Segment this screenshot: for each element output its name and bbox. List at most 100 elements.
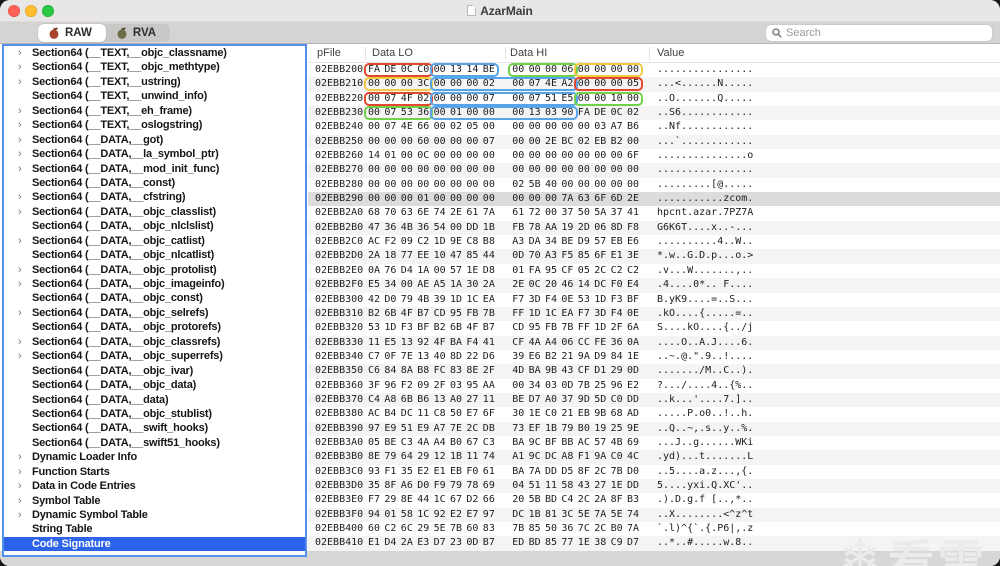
sidebar-item[interactable]: › Section64 (__DATA,__mod_init_func) xyxy=(4,162,305,176)
sidebar-item[interactable]: › Section64 (__TEXT,__ustring) xyxy=(4,75,305,89)
chevron-right-icon[interactable]: › xyxy=(18,508,22,522)
sidebar-item[interactable]: Section64 (__DATA,__const) xyxy=(4,176,305,190)
column-header-pfile[interactable]: pFile xyxy=(317,47,341,59)
hex-row[interactable]: 02EBB310 B2 6B 4F B7 CD 95 FB 7B FF 1D 1C EA F7 3D F4 0E… xyxy=(308,306,1000,322)
chevron-right-icon[interactable]: › xyxy=(18,60,22,74)
sidebar-item[interactable]: Section64 (__DATA,__swift_hooks) xyxy=(4,421,305,435)
segment-button-rva[interactable]: RVA xyxy=(106,24,170,42)
hex-row[interactable]: 02EBB300 42 D0 79 4B 39 1D 1C EA F7 3D F4 0E 53 1D F3 BF… xyxy=(308,293,1000,307)
hex-row-ascii-value: ?.../....4..{%.. xyxy=(657,379,754,391)
hex-row[interactable]: 02EBB3F0 94 01 58 1C 92 E2 E7 97 DC 1B 81 3C 5E 7A 5E 74… xyxy=(308,507,1000,522)
hex-row[interactable]: 02EBB3B0 8E 79 64 29 12 1B 11 74 A1 9C DC A8 F1 9A C0 4C… xyxy=(308,450,1000,465)
hex-row[interactable]: 02EBB230 00 07 53 36 00 01 00 00 00 13 03 90 FA DE 0C 02… xyxy=(308,106,1000,121)
hex-row[interactable]: 02EBB360 3F 96 F2 09 2F 03 95 AA 00 34 03 0D 7B 25 96 E2… xyxy=(308,379,1000,393)
sidebar-item[interactable]: Section64 (__DATA,__objc_protorefs) xyxy=(4,320,305,334)
chevron-right-icon[interactable]: › xyxy=(18,205,22,219)
column-header-data-hi[interactable]: Data HI xyxy=(510,47,547,59)
sidebar-item[interactable]: › Section64 (__DATA,__objc_selrefs) xyxy=(4,306,305,320)
hex-row[interactable]: 02EBB350 C6 84 8A B8 FC 83 8E 2F 4D BA 9B 43 CF D1 29 0D… xyxy=(308,364,1000,379)
sidebar-item[interactable]: Section64 (__DATA,__objc_ivar) xyxy=(4,364,305,378)
chevron-right-icon[interactable]: › xyxy=(18,494,22,508)
sidebar-item[interactable]: Section64 (__DATA,__objc_const) xyxy=(4,291,305,305)
hex-row[interactable]: 02EBB340 C7 0F 7E 13 40 8D 22 D6 39 E6 B2 21 9A D9 84 1E… xyxy=(308,350,1000,364)
sidebar-item[interactable]: › Section64 (__DATA,__la_symbol_ptr) xyxy=(4,147,305,161)
sidebar-item[interactable]: › Section64 (__TEXT,__oslogstring) xyxy=(4,118,305,132)
hex-byte: 97 xyxy=(482,508,495,520)
hex-row[interactable]: 02EBB220 00 07 4F 02 00 00 00 07 00 07 51 E5 00 00 10 00… xyxy=(308,91,1000,106)
hex-row[interactable]: 02EBB410 E1 D4 2A E3 D7 23 0D B7 ED BD 85 77 1E 38 C9 D7… xyxy=(308,536,1000,551)
hex-row[interactable]: 02EBB3E0 F7 29 8E 44 1C 67 D2 66 20 5B BD C4 2C 2A 8F B3… xyxy=(308,493,1000,507)
sidebar-item[interactable]: › Section64 (__DATA,__objc_classlist) xyxy=(4,205,305,219)
chevron-right-icon[interactable]: › xyxy=(18,118,22,132)
sidebar-item[interactable]: Section64 (__DATA,__objc_nlclslist) xyxy=(4,219,305,233)
sidebar-item[interactable]: Section64 (__DATA,__objc_nlcatlist) xyxy=(4,248,305,262)
hex-row[interactable]: 02EBB240 00 07 4E 66 00 02 05 00 00 00 00 00 00 03 A7 B6… xyxy=(308,120,1000,134)
hex-row[interactable]: 02EBB2D0 2A 18 77 EE 10 47 85 44 0D 70 A3 F5 85 6F E1 3E… xyxy=(308,249,1000,264)
hex-row[interactable]: 02EBB210 00 00 00 3C 00 00 00 02 00 07 4E A2 00 00 00 05… xyxy=(308,77,1000,92)
sidebar-item[interactable]: › Dynamic Symbol Table xyxy=(4,508,305,522)
chevron-right-icon[interactable]: › xyxy=(18,349,22,363)
sidebar-item[interactable]: › Symbol Table xyxy=(4,494,305,508)
sidebar-item[interactable]: › Section64 (__DATA,__objc_catlist) xyxy=(4,234,305,248)
hex-row[interactable]: 02EBB2A0 68 70 63 6E 74 2E 61 7A 61 72 00 37 50 5A 37 41… xyxy=(308,206,1000,220)
search-field[interactable]: Search xyxy=(766,25,992,41)
sidebar-item[interactable]: String Table xyxy=(4,522,305,536)
hex-row[interactable]: 02EBB400 60 C2 6C 29 5E 7B 60 83 7B 85 50 36 7C 2C B0 7A… xyxy=(308,522,1000,536)
chevron-right-icon[interactable]: › xyxy=(18,465,22,479)
hex-row[interactable]: 02EBB270 00 00 00 00 00 00 00 00 00 00 00 00 00 00 00 00… xyxy=(308,163,1000,178)
sidebar-item[interactable]: › Section64 (__DATA,__got) xyxy=(4,133,305,147)
hex-row[interactable]: 02EBB390 97 E9 51 E9 A7 7E 2C DB 73 EF 1B 79 B0 19 25 9E… xyxy=(308,421,1000,436)
sidebar-item[interactable]: › Section64 (__TEXT,__objc_classname) xyxy=(4,46,305,60)
sidebar-item[interactable]: › Function Starts xyxy=(4,465,305,479)
hex-row[interactable]: 02EBB260 14 01 00 0C 00 00 00 00 00 00 00 00 00 00 00 6F… xyxy=(308,149,1000,163)
sidebar-item[interactable]: Code Signature xyxy=(4,536,305,552)
sidebar-item[interactable]: › Section64 (__TEXT,__objc_methtype) xyxy=(4,60,305,74)
chevron-right-icon[interactable]: › xyxy=(18,190,22,204)
hex-row[interactable]: 02EBB290 00 00 00 01 00 00 00 00 00 00 00 7A 63 6F 6D 2E… xyxy=(308,192,1000,207)
hex-row[interactable]: 02EBB2E0 0A 76 D4 1A 00 57 1E D8 01 FA 95 CF 05 2C C2 C2… xyxy=(308,264,1000,278)
hex-row[interactable]: 02EBB330 11 E5 13 92 4F BA F4 41 CF 4A A4 06 CC FE 36 0A… xyxy=(308,335,1000,350)
hex-row[interactable]: 02EBB280 00 00 00 00 00 00 00 00 02 5B 40 00 00 00 00 00… xyxy=(308,178,1000,192)
hex-row[interactable]: 02EBB200 FA DE 0C C0 00 13 14 BE 00 00 00 06 00 00 00 00… xyxy=(308,63,1000,77)
hex-row[interactable]: 02EBB320 53 1D F3 BF B2 6B 4F B7 CD 95 FB 7B FF 1D 2F 6A… xyxy=(308,321,1000,335)
chevron-right-icon[interactable]: › xyxy=(18,234,22,248)
chevron-right-icon[interactable]: › xyxy=(18,450,22,464)
hex-row[interactable]: 02EBB3A0 05 BE C3 4A A4 B0 67 C3 BA 9C BF BB AC 57 4B 69… xyxy=(308,436,1000,450)
sidebar-item[interactable]: Section64 (__DATA,__objc_data) xyxy=(4,378,305,392)
hex-row[interactable]: 02EBB2C0 AC F2 09 C2 1D 9E C8 B8 A3 DA 34 BE D9 57 EB E6… xyxy=(308,235,1000,249)
hex-row[interactable]: 02EBB2B0 47 36 4B 36 54 00 DD 1B FB 78 AA 19 2D 06 8D F8… xyxy=(308,220,1000,236)
sidebar-item[interactable]: › Section64 (__DATA,__cfstring) xyxy=(4,190,305,204)
chevron-right-icon[interactable]: › xyxy=(18,263,22,277)
sidebar-item[interactable]: › Section64 (__DATA,__objc_imageinfo) xyxy=(4,277,305,291)
hex-row[interactable]: 02EBB2F0 E5 34 00 AE A5 1A 30 2A 2E 0C 20 46 14 DC F0 E4… xyxy=(308,278,1000,293)
hex-row[interactable]: 02EBB250 00 00 00 60 00 00 00 07 00 00 2E BC 02 EB B2 00… xyxy=(308,134,1000,150)
hex-row[interactable]: 02EBB3C0 93 F1 35 E2 E1 EB F0 61 BA 7A DD D5 8F 2C 7B D0… xyxy=(308,465,1000,479)
hex-row[interactable]: 02EBB370 C4 A8 6B B6 13 A0 27 11 BE D7 A0 37 9D 5D C0 DD… xyxy=(308,392,1000,408)
chevron-right-icon[interactable]: › xyxy=(18,147,22,161)
sidebar-item[interactable]: › Data in Code Entries xyxy=(4,479,305,493)
sidebar-item[interactable]: › Section64 (__TEXT,__eh_frame) xyxy=(4,104,305,118)
sidebar-item[interactable]: › Section64 (__DATA,__objc_superrefs) xyxy=(4,349,305,363)
chevron-right-icon[interactable]: › xyxy=(18,335,22,349)
chevron-right-icon[interactable]: › xyxy=(18,104,22,118)
column-header-data-lo[interactable]: Data LO xyxy=(372,47,413,59)
column-header-value[interactable]: Value xyxy=(657,47,684,59)
chevron-right-icon[interactable]: › xyxy=(18,162,22,176)
sidebar-item[interactable]: Section64 (__DATA,__objc_stublist) xyxy=(4,407,305,421)
chevron-right-icon[interactable]: › xyxy=(18,306,22,320)
sidebar-item[interactable]: Section64 (__DATA,__data) xyxy=(4,393,305,407)
segment-button-raw[interactable]: RAW xyxy=(38,24,106,42)
chevron-right-icon[interactable]: › xyxy=(18,75,22,89)
hex-row[interactable]: 02EBB380 AC B4 DC 11 C8 50 E7 6F 30 1E C0 21 EB 9B 68 AD… xyxy=(308,407,1000,421)
chevron-right-icon[interactable]: › xyxy=(18,479,22,493)
sidebar-item[interactable]: › Section64 (__DATA,__objc_protolist) xyxy=(4,263,305,277)
chevron-right-icon[interactable]: › xyxy=(18,133,22,147)
sidebar-item[interactable]: › Dynamic Loader Info xyxy=(4,450,305,464)
hex-row[interactable]: 02EBB3D0 35 8F A6 D0 F9 79 78 69 04 51 11 58 43 27 1E DD… xyxy=(308,478,1000,494)
sidebar-item[interactable]: › Section64 (__DATA,__objc_classrefs) xyxy=(4,335,305,349)
sidebar-item[interactable]: Section64 (__DATA,__swift51_hooks) xyxy=(4,436,305,450)
column-separator xyxy=(649,47,650,60)
sidebar-item[interactable]: Section64 (__TEXT,__unwind_info) xyxy=(4,89,305,103)
chevron-right-icon[interactable]: › xyxy=(18,277,22,291)
chevron-right-icon[interactable]: › xyxy=(18,46,22,60)
